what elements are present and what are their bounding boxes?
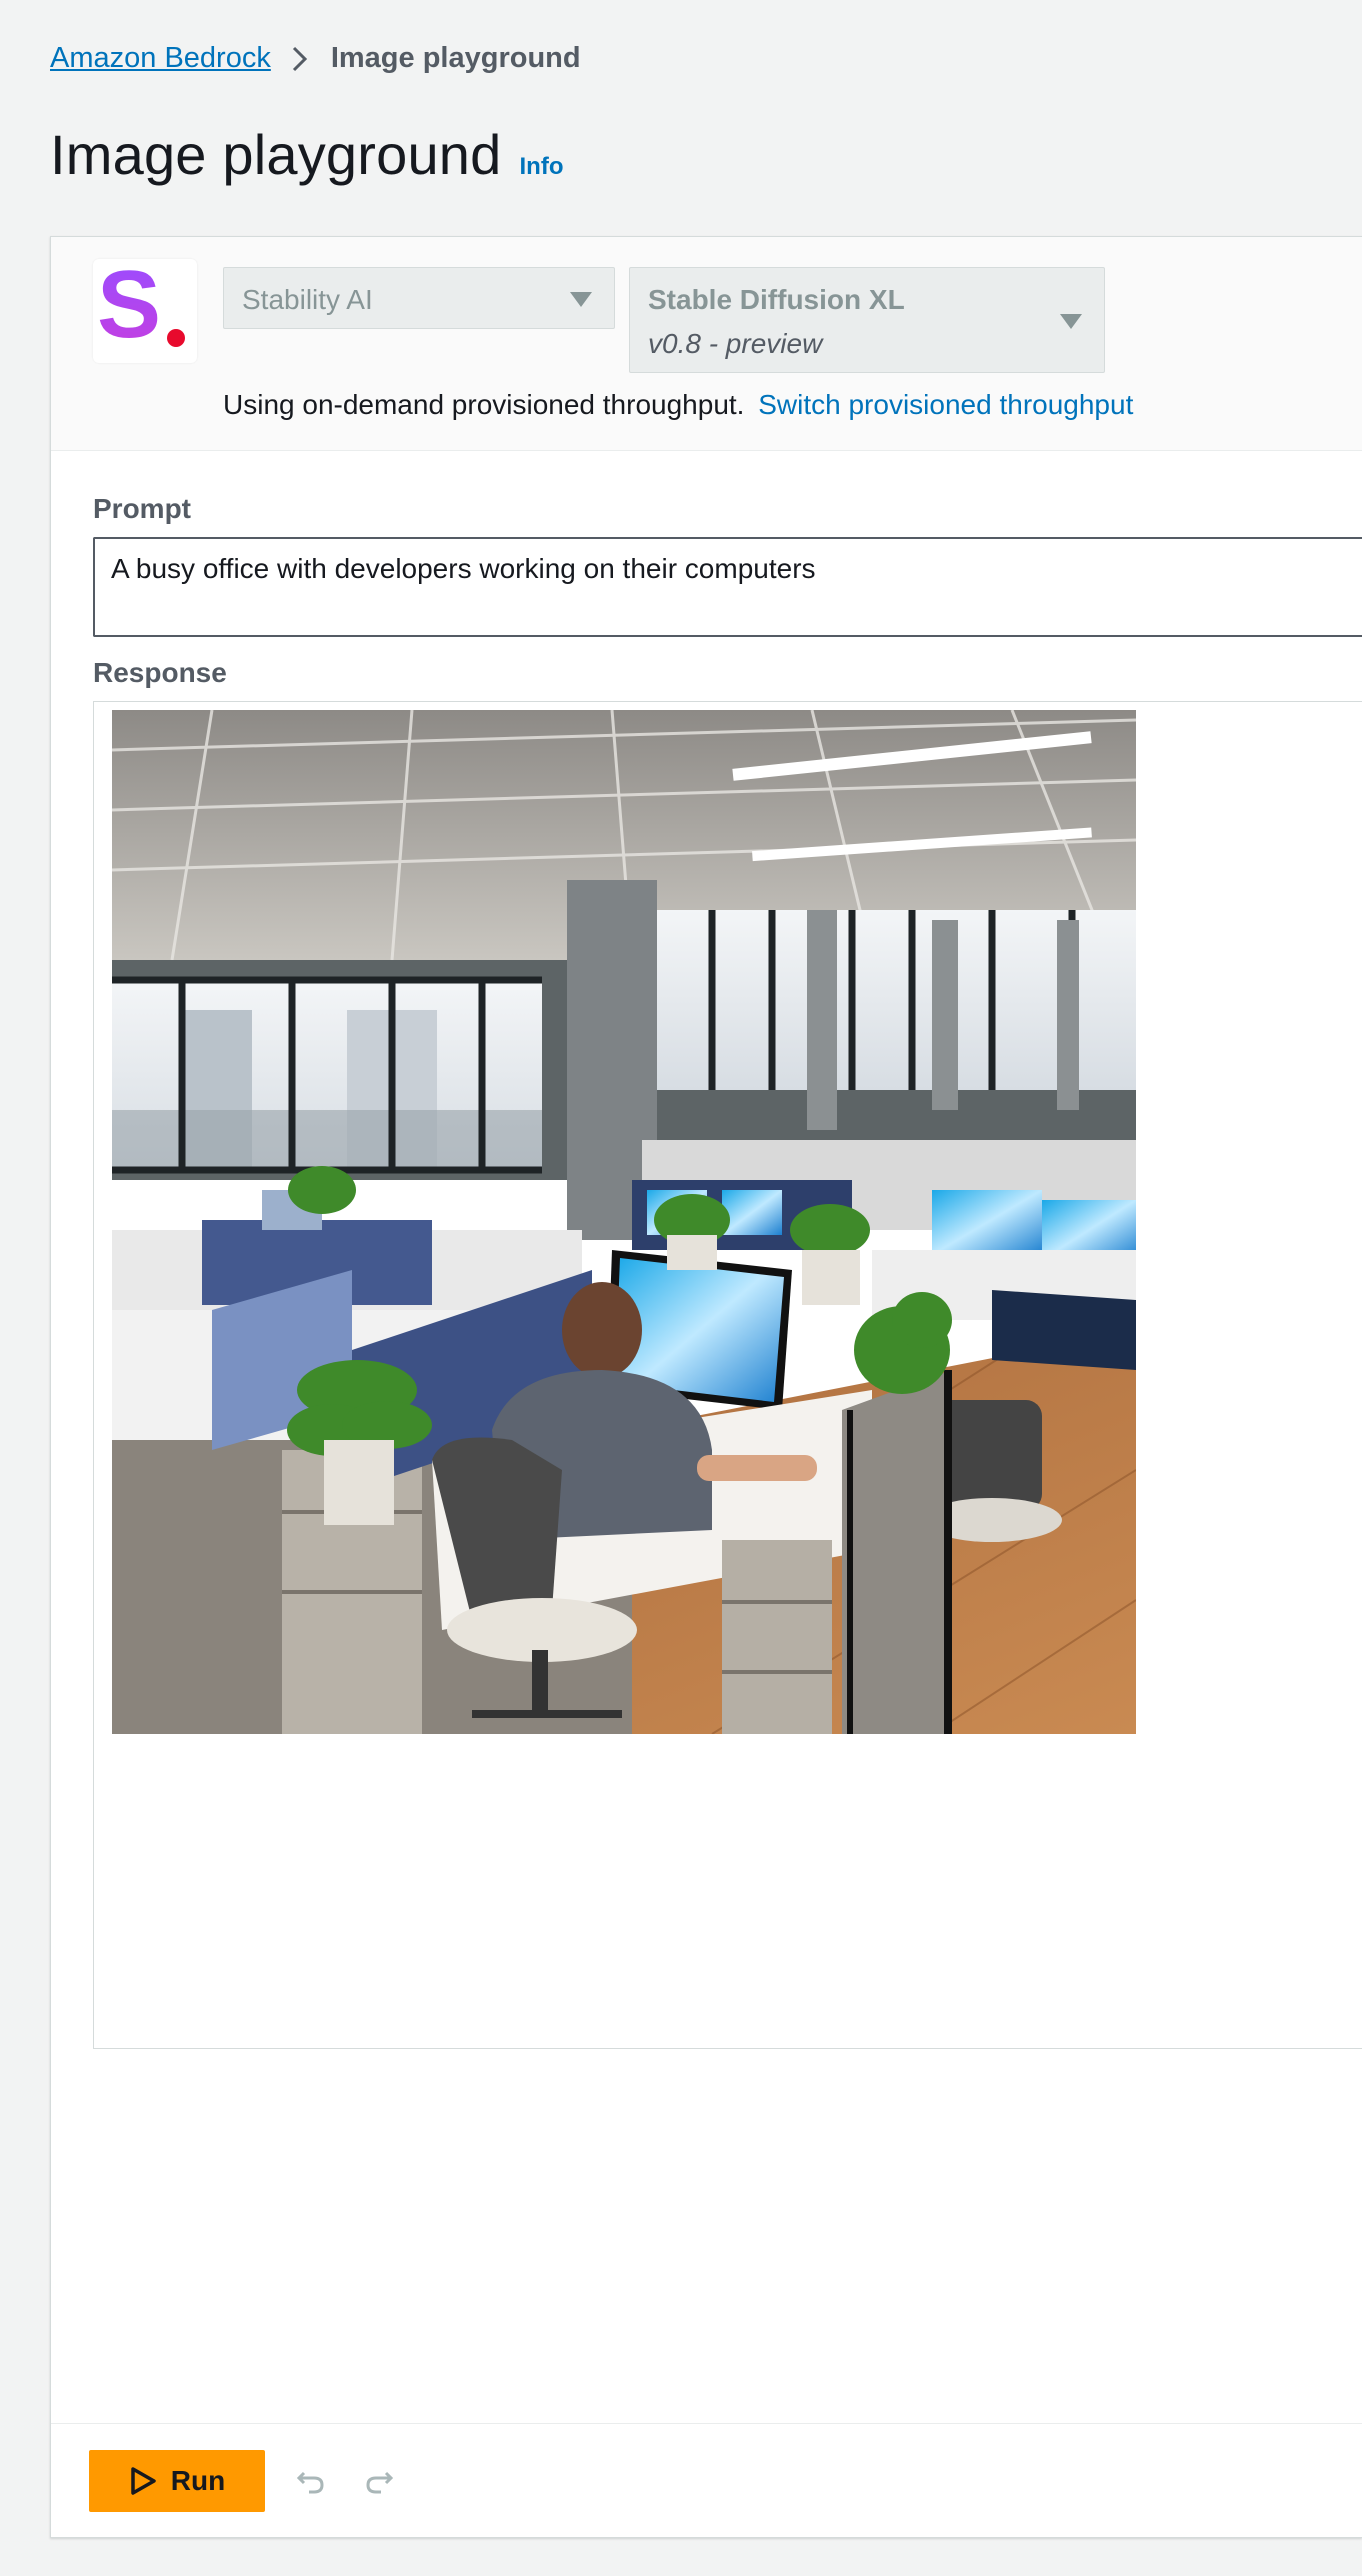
run-button-label: Run [170,2465,226,2496]
provider-select-value: Stability AI [242,284,373,315]
playground-panel: S Stability AI Stable Diffusion XL v0.8 … [50,236,1362,2538]
generated-office-image [112,710,1136,1734]
footer-toolbar: Run [51,2423,1362,2537]
throughput-info: Using on-demand provisioned throughput. … [223,389,1133,421]
model-select-version: v0.8 - preview [648,328,823,359]
page: Amazon Bedrock Image playground Image pl… [0,0,1362,2576]
provider-select[interactable]: Stability AI [223,267,615,329]
undo-icon[interactable] [291,2460,331,2500]
caret-down-icon [570,292,592,307]
response-area [93,701,1362,2049]
breadcrumb-current: Image playground [330,42,581,74]
page-title: Image playground [50,123,502,186]
response-label: Response [93,657,227,688]
prompt-label: Prompt [93,493,191,524]
switch-throughput-link[interactable]: Switch provisioned throughput [758,389,1133,420]
page-header: Image playground Info [50,122,564,187]
model-select[interactable]: Stable Diffusion XL v0.8 - preview [629,267,1105,373]
chevron-right-icon [291,45,309,73]
caret-down-icon [1060,314,1082,329]
model-selector-section: S Stability AI Stable Diffusion XL v0.8 … [51,237,1362,451]
stability-ai-logo-icon: S [93,257,197,363]
redo-icon[interactable] [359,2460,399,2500]
breadcrumb: Amazon Bedrock Image playground [50,42,581,75]
model-select-name: Stable Diffusion XL [648,284,905,315]
throughput-text: Using on-demand provisioned throughput. [223,389,745,420]
run-button[interactable]: Run [89,2450,265,2512]
breadcrumb-link-amazon-bedrock[interactable]: Amazon Bedrock [50,42,271,75]
prompt-input[interactable]: A busy office with developers working on… [93,537,1362,637]
info-link[interactable]: Info [520,153,564,181]
play-icon [131,2467,156,2495]
